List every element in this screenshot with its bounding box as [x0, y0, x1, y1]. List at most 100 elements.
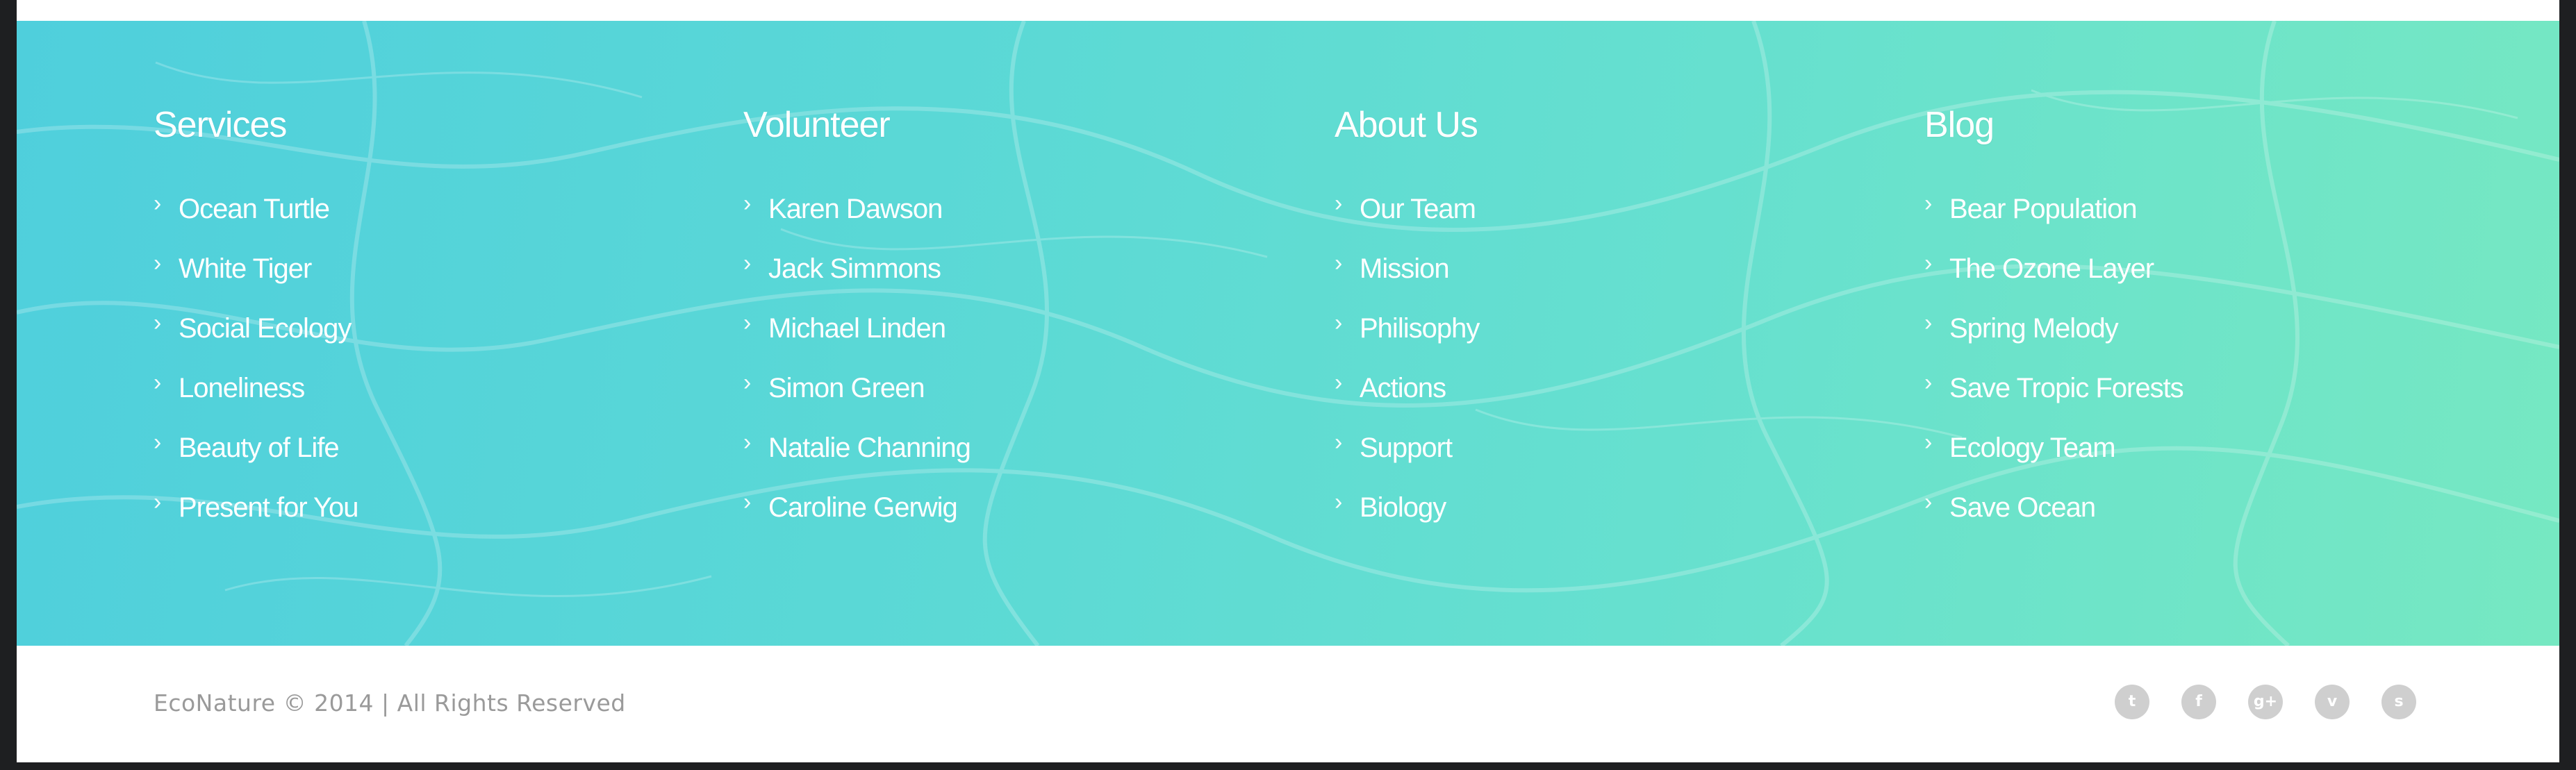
list-item: › Natalie Channing: [743, 418, 1230, 478]
volunteer-link-list: › Karen Dawson › Jack Simmons › Michael Lin…: [743, 179, 1230, 537]
chevron-right-icon: ›: [1335, 310, 1343, 336]
footer-link[interactable]: Natalie Channing: [768, 433, 971, 464]
list-item: › Ecology Team: [1924, 418, 2411, 478]
list-item: › Mission: [1335, 239, 1821, 299]
footer-link[interactable]: Mission: [1360, 253, 1450, 285]
list-item: › Spring Melody: [1924, 299, 2411, 358]
list-item: › White Tiger: [154, 239, 640, 299]
vimeo-glyph: v: [2327, 693, 2338, 710]
skype-icon[interactable]: s: [2381, 685, 2416, 719]
google-plus-icon[interactable]: g+: [2248, 685, 2283, 719]
facebook-glyph: f: [2195, 693, 2202, 710]
chevron-right-icon: ›: [743, 310, 752, 336]
list-item: › Ocean Turtle: [154, 179, 640, 239]
footer-link[interactable]: Beauty of Life: [179, 433, 340, 464]
chevron-right-icon: ›: [1335, 190, 1343, 217]
footer-link[interactable]: Ecology Team: [1949, 433, 2116, 464]
list-item: › Bear Population: [1924, 179, 2411, 239]
about-us-heading: About Us: [1335, 105, 1478, 145]
footer-link[interactable]: Present for You: [179, 492, 359, 524]
footer-bottom-bar: EcoNature © 2014 | All Rights Reserved t…: [17, 646, 2559, 762]
list-item: › Social Ecology: [154, 299, 640, 358]
footer-link[interactable]: Michael Linden: [768, 313, 946, 344]
chevron-right-icon: ›: [743, 429, 752, 455]
footer-link[interactable]: Karen Dawson: [768, 194, 943, 225]
footer-link[interactable]: Save Ocean: [1949, 492, 2096, 524]
list-item: › Philisophy: [1335, 299, 1821, 358]
footer-column-services: Services › Ocean Turtle › White Tiger › Soc…: [154, 104, 640, 537]
twitter-glyph: t: [2128, 693, 2136, 710]
chevron-right-icon: ›: [1924, 369, 1933, 396]
footer-link[interactable]: Loneliness: [179, 373, 305, 404]
chevron-right-icon: ›: [743, 190, 752, 217]
services-heading: Services: [154, 105, 287, 145]
chevron-right-icon: ›: [743, 489, 752, 515]
list-item: › Caroline Gerwig: [743, 478, 1230, 537]
list-item: › Biology: [1335, 478, 1821, 537]
list-item: › Jack Simmons: [743, 239, 1230, 299]
chevron-right-icon: ›: [1924, 190, 1933, 217]
chevron-right-icon: ›: [1335, 369, 1343, 396]
list-item: › Save Tropic Forests: [1924, 358, 2411, 418]
list-item: › Loneliness: [154, 358, 640, 418]
list-item: › Present for You: [154, 478, 640, 537]
services-link-list: › Ocean Turtle › White Tiger › Social Ecolo…: [154, 179, 640, 537]
twitter-icon[interactable]: t: [2115, 685, 2149, 719]
footer-link[interactable]: Save Tropic Forests: [1949, 373, 2184, 404]
blog-link-list: › Bear Population › The Ozone Layer › Sprin…: [1924, 179, 2411, 537]
chevron-right-icon: ›: [1924, 429, 1933, 455]
volunteer-heading: Volunteer: [743, 105, 891, 145]
footer-link[interactable]: Support: [1360, 433, 1453, 464]
chevron-right-icon: ›: [154, 489, 162, 515]
footer-link[interactable]: Caroline Gerwig: [768, 492, 958, 524]
list-item: › The Ozone Layer: [1924, 239, 2411, 299]
list-item: › Beauty of Life: [154, 418, 640, 478]
chevron-right-icon: ›: [154, 429, 162, 455]
footer-column-about-us: About Us › Our Team › Mission › Philisophy …: [1335, 104, 1821, 537]
chevron-right-icon: ›: [743, 369, 752, 396]
footer-link[interactable]: Philisophy: [1360, 313, 1480, 344]
footer-link[interactable]: Spring Melody: [1949, 313, 2119, 344]
vimeo-icon[interactable]: v: [2315, 685, 2350, 719]
content-area-top: [17, 0, 2559, 21]
chevron-right-icon: ›: [1335, 250, 1343, 276]
facebook-icon[interactable]: f: [2181, 685, 2216, 719]
footer-link[interactable]: Biology: [1360, 492, 1446, 524]
list-item: › Our Team: [1335, 179, 1821, 239]
footer-link[interactable]: Actions: [1360, 373, 1446, 404]
about-us-link-list: › Our Team › Mission › Philisophy › Actions …: [1335, 179, 1821, 537]
footer-link[interactable]: Bear Population: [1949, 194, 2138, 225]
chevron-right-icon: ›: [154, 310, 162, 336]
page-frame: Services › Ocean Turtle › White Tiger › Soc…: [17, 0, 2559, 762]
chevron-right-icon: ›: [154, 190, 162, 217]
footer-link[interactable]: Simon Green: [768, 373, 925, 404]
skype-glyph: s: [2394, 693, 2404, 710]
footer-links-section: Services › Ocean Turtle › White Tiger › Soc…: [17, 21, 2559, 646]
chevron-right-icon: ›: [1924, 310, 1933, 336]
list-item: › Simon Green: [743, 358, 1230, 418]
list-item: › Support: [1335, 418, 1821, 478]
blog-heading: Blog: [1924, 105, 1995, 145]
footer-link[interactable]: Our Team: [1360, 194, 1476, 225]
list-item: › Karen Dawson: [743, 179, 1230, 239]
footer-link[interactable]: Ocean Turtle: [179, 194, 330, 225]
list-item: › Save Ocean: [1924, 478, 2411, 537]
chevron-right-icon: ›: [1924, 489, 1933, 515]
copyright-text: EcoNature © 2014 | All Rights Reserved: [154, 689, 626, 717]
footer-link[interactable]: Jack Simmons: [768, 253, 941, 285]
chevron-right-icon: ›: [154, 250, 162, 276]
chevron-right-icon: ›: [1335, 489, 1343, 515]
footer-column-blog: Blog › Bear Population › The Ozone Layer ›…: [1924, 104, 2411, 537]
google-plus-glyph: g+: [2253, 693, 2278, 710]
footer-link[interactable]: Social Ecology: [179, 313, 352, 344]
footer-link[interactable]: White Tiger: [179, 253, 312, 285]
list-item: › Michael Linden: [743, 299, 1230, 358]
social-links: t f g+ v s: [2115, 685, 2416, 719]
chevron-right-icon: ›: [1335, 429, 1343, 455]
chevron-right-icon: ›: [1924, 250, 1933, 276]
chevron-right-icon: ›: [743, 250, 752, 276]
footer-link[interactable]: The Ozone Layer: [1949, 253, 2154, 285]
chevron-right-icon: ›: [154, 369, 162, 396]
list-item: › Actions: [1335, 358, 1821, 418]
footer-column-volunteer: Volunteer › Karen Dawson › Jack Simmons › M…: [743, 104, 1230, 537]
